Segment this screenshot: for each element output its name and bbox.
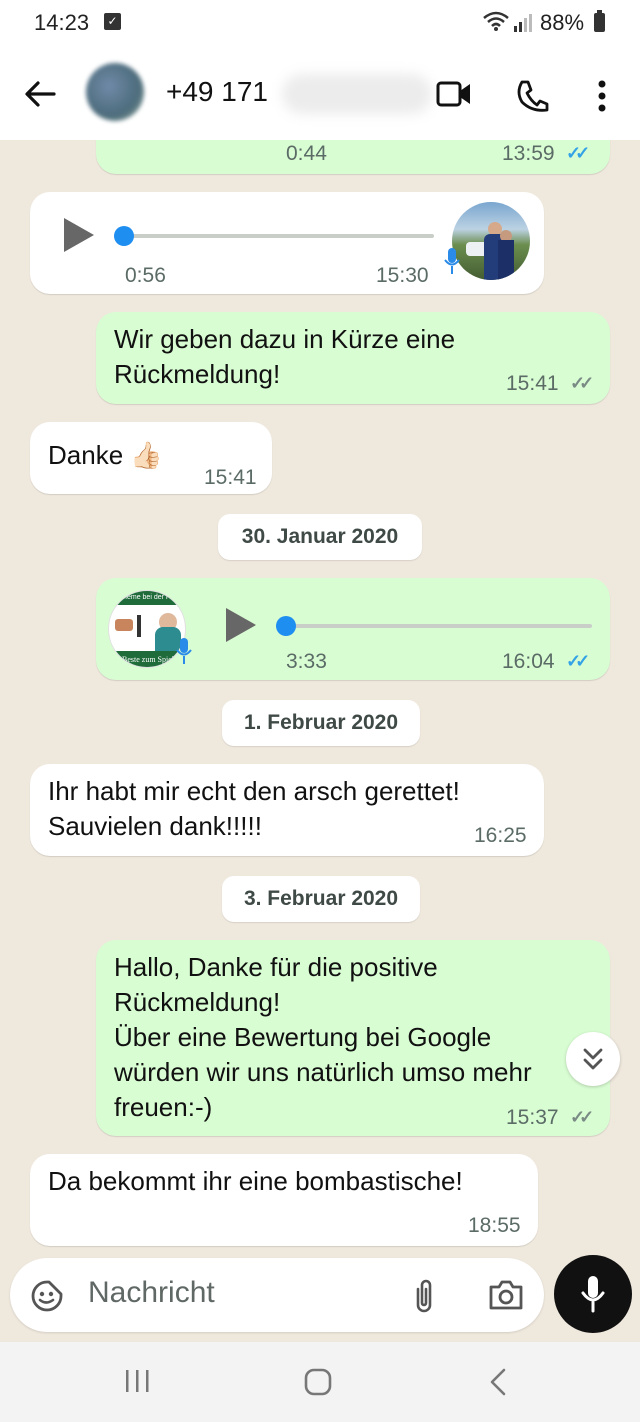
voice-progress-handle[interactable] <box>114 226 134 246</box>
sticker-icon[interactable] <box>30 1279 64 1313</box>
record-voice-button[interactable] <box>554 1255 632 1333</box>
message-list[interactable]: Beste zum Spiel 0:44 13:59 ✓✓ 0:56 15:30… <box>0 140 640 1256</box>
voice-duration: 3:33 <box>286 650 327 673</box>
thumbnail-banner: Beste zum Spiel <box>109 651 185 667</box>
more-vertical-icon[interactable] <box>594 78 610 114</box>
voice-thumbnail: rleme bei der Pr Beste zum Spiel <box>108 590 186 668</box>
message-text: Wir geben dazu in Kürze eine Rückmeldung… <box>114 324 456 389</box>
message-text: Danke 👍🏻 <box>48 440 163 470</box>
home-icon[interactable] <box>303 1367 333 1397</box>
read-receipt-icon: ✓✓ <box>566 651 590 671</box>
play-icon[interactable] <box>226 608 256 642</box>
voice-progress-track[interactable] <box>286 624 592 628</box>
message-time: 15:41 <box>506 372 559 395</box>
voice-message[interactable]: Beste zum Spiel 0:44 13:59 ✓✓ <box>96 140 610 174</box>
message-input[interactable]: Nachricht <box>88 1276 215 1310</box>
signal-icon <box>514 14 532 32</box>
camera-icon[interactable] <box>488 1278 524 1312</box>
chat-header: +49 171 <box>0 48 640 140</box>
arrow-left-icon[interactable] <box>22 76 58 112</box>
message-time: 16:04 <box>502 650 555 673</box>
message-time: 13:59 <box>502 142 555 165</box>
delivered-receipt-icon: ✓✓ <box>570 1107 594 1127</box>
outgoing-message[interactable]: Hallo, Danke für die positive Rückmeldun… <box>96 940 610 1136</box>
paperclip-icon[interactable] <box>412 1277 436 1315</box>
thumbnail-banner-top: rleme bei der Pr <box>109 591 185 605</box>
microphone-icon <box>581 1276 605 1313</box>
back-nav-icon[interactable] <box>488 1367 508 1397</box>
voice-message[interactable]: rleme bei der Pr Beste zum Spiel 3:33 16… <box>96 578 610 680</box>
double-chevron-down-icon <box>583 1048 603 1070</box>
microphone-icon <box>444 248 460 274</box>
recent-apps-icon[interactable] <box>124 1368 152 1394</box>
battery-level: 88% <box>540 10 585 35</box>
status-bar: 14:23 ✓ 88% <box>0 0 640 48</box>
redacted-name <box>282 74 432 114</box>
voice-duration: 0:56 <box>125 264 166 287</box>
phone-icon[interactable] <box>514 78 550 114</box>
message-time: 16:25 <box>474 824 527 847</box>
message-composer: Nachricht <box>10 1258 544 1332</box>
notification-icon: ✓ <box>104 13 121 30</box>
message-text: Da bekommt ihr eine bombastische! <box>48 1166 463 1196</box>
voice-message[interactable]: 0:56 15:30 <box>30 192 544 294</box>
date-separator: 30. Januar 2020 <box>218 514 422 560</box>
status-time: 14:23 <box>34 10 90 35</box>
incoming-message[interactable]: Da bekommt ihr eine bombastische! 18:55 <box>30 1154 538 1246</box>
system-navigation-bar <box>0 1342 640 1422</box>
message-text: Ihr habt mir echt den arsch gerettet! Sa… <box>48 776 460 841</box>
wifi-icon <box>483 11 509 31</box>
scroll-to-bottom-button[interactable] <box>566 1032 620 1086</box>
incoming-message[interactable]: Danke 👍🏻 15:41 <box>30 422 272 494</box>
battery-icon <box>594 10 605 32</box>
message-time: 15:37 <box>506 1106 559 1129</box>
message-time: 15:41 <box>204 466 257 489</box>
outgoing-message[interactable]: Wir geben dazu in Kürze eine Rückmeldung… <box>96 312 610 404</box>
message-time: 15:30 <box>376 264 429 287</box>
sender-photo <box>452 202 530 280</box>
play-icon[interactable] <box>64 218 94 252</box>
message-time: 18:55 <box>468 1214 521 1237</box>
voice-progress-handle[interactable] <box>276 616 296 636</box>
microphone-icon <box>176 638 192 664</box>
delivered-receipt-icon: ✓✓ <box>570 373 594 393</box>
voice-progress-track[interactable] <box>124 234 434 238</box>
date-separator: 1. Februar 2020 <box>222 700 420 746</box>
avatar[interactable] <box>86 63 144 121</box>
read-receipt-icon: ✓✓ <box>566 143 590 163</box>
video-call-icon[interactable] <box>434 78 472 110</box>
message-text: Hallo, Danke für die positive Rückmeldun… <box>114 952 532 1122</box>
incoming-message[interactable]: Ihr habt mir echt den arsch gerettet! Sa… <box>30 764 544 856</box>
date-separator: 3. Februar 2020 <box>222 876 420 922</box>
contact-name[interactable]: +49 171 <box>166 76 268 108</box>
voice-duration: 0:44 <box>286 142 327 165</box>
